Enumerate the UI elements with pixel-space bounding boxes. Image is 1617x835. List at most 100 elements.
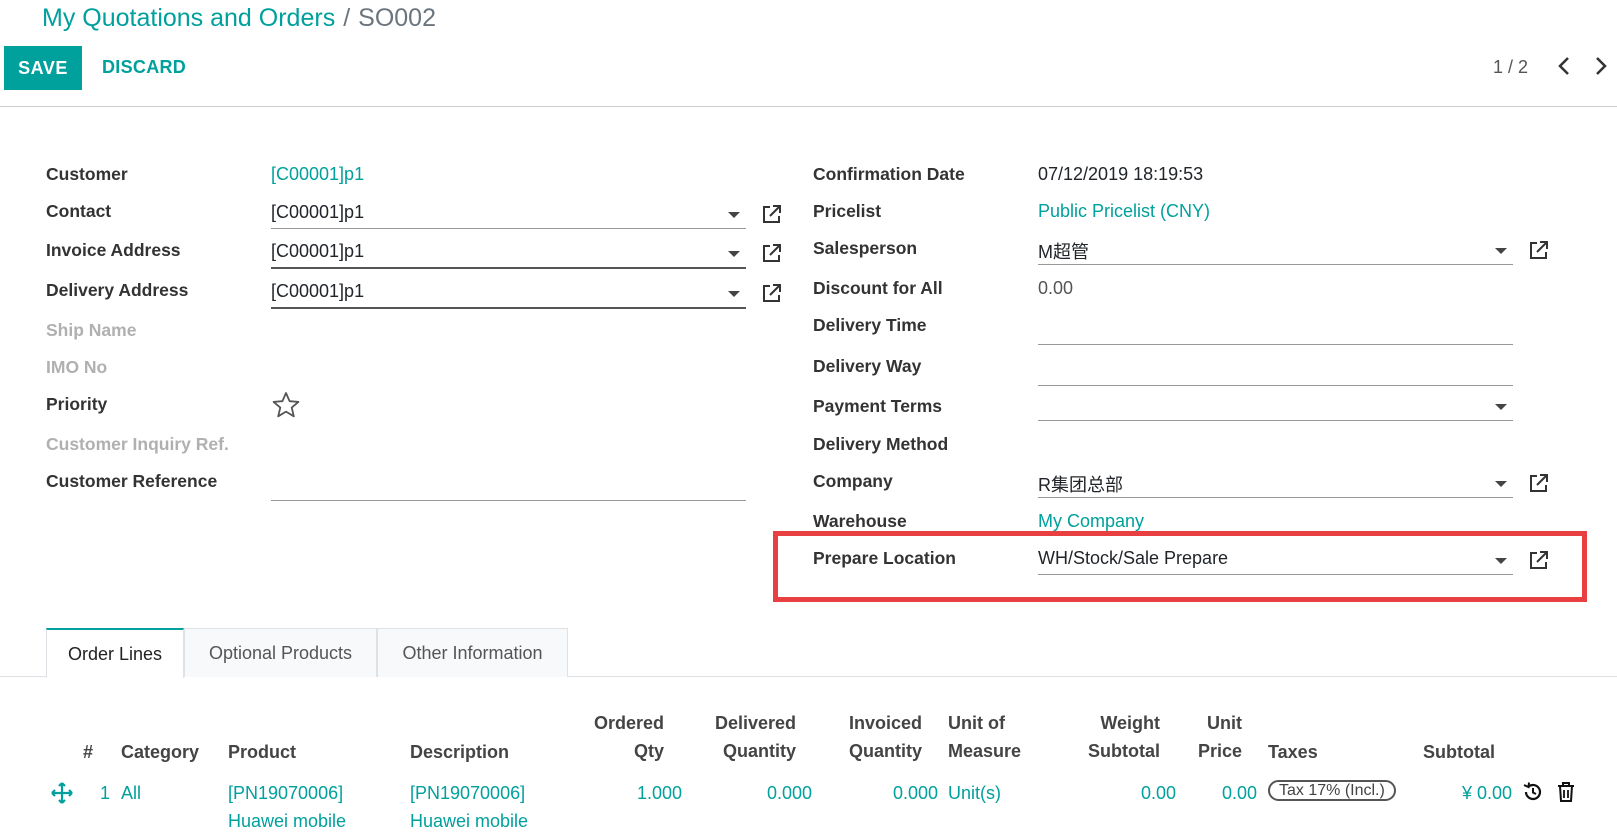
caret-down-icon[interactable] bbox=[728, 251, 740, 257]
row-uom[interactable]: Unit(s) bbox=[948, 779, 1001, 807]
warehouse-link[interactable]: My Company bbox=[1038, 511, 1144, 532]
col-header-description[interactable]: Description bbox=[410, 738, 509, 766]
chevron-left-icon[interactable] bbox=[1552, 52, 1576, 80]
col-header-weight-line2: Subtotal bbox=[1088, 741, 1160, 761]
customer-reference-input[interactable] bbox=[271, 472, 746, 501]
row-weight-subtotal[interactable]: 0.00 bbox=[1060, 779, 1176, 807]
col-header-weight-line1: Weight bbox=[1100, 713, 1160, 733]
discard-button[interactable]: DISCARD bbox=[102, 57, 186, 78]
caret-down-icon[interactable] bbox=[1495, 404, 1507, 410]
col-header-invoiced-qty[interactable]: Invoiced Quantity bbox=[820, 709, 922, 765]
confirmation-date-value: 07/12/2019 18:19:53 bbox=[1038, 164, 1204, 184]
delivery-address-value: [C00001]p1 bbox=[271, 281, 365, 301]
col-header-invoiced-line2: Quantity bbox=[848, 741, 922, 761]
delivery-address-label: Delivery Address bbox=[46, 280, 189, 300]
invoice-address-label: Invoice Address bbox=[46, 240, 181, 260]
star-icon[interactable] bbox=[271, 390, 301, 425]
row-num: 1 bbox=[100, 783, 111, 803]
caret-down-icon[interactable] bbox=[1495, 481, 1507, 487]
payment-terms-field[interactable] bbox=[1038, 392, 1513, 421]
row-product-code: [PN19070006] bbox=[228, 783, 344, 803]
row-ordered-qty[interactable]: 1.000 bbox=[560, 779, 682, 807]
caret-down-icon[interactable] bbox=[728, 212, 740, 218]
drag-handle-icon[interactable] bbox=[51, 782, 73, 809]
caret-down-icon[interactable] bbox=[1495, 248, 1507, 254]
save-button[interactable]: SAVE bbox=[4, 46, 82, 90]
payment-terms-label: Payment Terms bbox=[813, 396, 943, 416]
customer-inquiry-ref-label: Customer Inquiry Ref. bbox=[46, 434, 229, 454]
customer-label: Customer bbox=[46, 164, 128, 184]
row-product[interactable]: [PN19070006] Huawei mobile bbox=[228, 779, 346, 835]
col-header-price-line2: Price bbox=[1197, 741, 1242, 761]
customer-reference-label: Customer Reference bbox=[46, 471, 218, 491]
col-header-unit-price[interactable]: Unit Price bbox=[1180, 709, 1242, 765]
col-header-delivered-qty[interactable]: Delivered Quantity bbox=[690, 709, 796, 765]
external-link-icon[interactable] bbox=[1528, 239, 1550, 261]
col-header-uom[interactable]: Unit of Measure bbox=[948, 709, 1021, 765]
tab-optional-products[interactable]: Optional Products bbox=[184, 628, 377, 677]
pricelist-link[interactable]: Public Pricelist (CNY) bbox=[1038, 201, 1210, 222]
col-header-num[interactable]: # bbox=[83, 738, 93, 766]
col-header-uom-line1: Unit of bbox=[948, 713, 1005, 733]
tab-other-information[interactable]: Other Information bbox=[377, 628, 568, 677]
col-header-product[interactable]: Product bbox=[228, 738, 296, 766]
tab-order-lines[interactable]: Order Lines bbox=[46, 628, 184, 678]
row-product-name: Huawei mobile bbox=[228, 811, 347, 831]
delivery-way-input[interactable] bbox=[1038, 357, 1513, 386]
company-value: R集团总部 bbox=[1038, 475, 1123, 495]
caret-down-icon[interactable] bbox=[728, 291, 740, 297]
contact-label: Contact bbox=[46, 201, 112, 221]
chevron-right-icon[interactable] bbox=[1589, 52, 1613, 80]
customer-link[interactable]: [C00001]p1 bbox=[271, 164, 364, 185]
invoice-address-field[interactable]: [C00001]p1 bbox=[271, 239, 746, 269]
delivery-way-label: Delivery Way bbox=[813, 356, 922, 376]
col-header-ordered-qty[interactable]: Ordered Qty bbox=[560, 709, 664, 765]
breadcrumb-parent-link[interactable]: My Quotations and Orders bbox=[42, 4, 335, 32]
delivery-time-input[interactable] bbox=[1038, 316, 1513, 345]
delivery-address-field[interactable]: [C00001]p1 bbox=[271, 279, 746, 309]
row-invoiced-qty[interactable]: 0.000 bbox=[820, 779, 938, 807]
col-header-taxes[interactable]: Taxes bbox=[1268, 738, 1318, 766]
warehouse-label: Warehouse bbox=[813, 511, 907, 531]
col-header-weight-subtotal[interactable]: Weight Subtotal bbox=[1060, 709, 1160, 765]
breadcrumb: My Quotations and Orders / SO002 bbox=[42, 4, 436, 33]
contact-value: [C00001]p1 bbox=[271, 202, 365, 222]
pager-counter[interactable]: 1 / 2 bbox=[1493, 57, 1528, 78]
prepare-location-highlight-box bbox=[773, 531, 1587, 602]
toolbar-divider bbox=[0, 106, 1617, 107]
delivery-method-label: Delivery Method bbox=[813, 434, 949, 454]
row-unit-price[interactable]: 0.00 bbox=[1180, 779, 1257, 807]
row-description[interactable]: [PN19070006] Huawei mobile bbox=[410, 779, 528, 835]
history-icon[interactable] bbox=[1522, 781, 1544, 808]
breadcrumb-current: SO002 bbox=[358, 4, 436, 32]
col-header-category[interactable]: Category bbox=[121, 738, 199, 766]
discount-for-all-value: 0.00 bbox=[1038, 278, 1074, 298]
row-delivered-qty[interactable]: 0.000 bbox=[690, 779, 812, 807]
salesperson-field[interactable]: M超管 bbox=[1038, 236, 1513, 265]
external-link-icon[interactable] bbox=[1528, 472, 1550, 494]
external-link-icon[interactable] bbox=[761, 242, 783, 264]
row-description-name: Huawei mobile bbox=[410, 811, 529, 831]
confirmation-date-label: Confirmation Date bbox=[813, 164, 965, 184]
company-field[interactable]: R集团总部 bbox=[1038, 469, 1513, 498]
contact-field[interactable]: [C00001]p1 bbox=[271, 200, 746, 229]
external-link-icon[interactable] bbox=[761, 282, 783, 304]
col-header-subtotal[interactable]: Subtotal bbox=[1423, 738, 1495, 766]
row-tax-badge[interactable]: Tax 17% (Incl.) bbox=[1268, 780, 1396, 801]
col-header-price-line1: Unit bbox=[1207, 713, 1242, 733]
discount-for-all-label: Discount for All bbox=[813, 278, 943, 298]
col-header-delivered-line2: Quantity bbox=[722, 741, 796, 761]
pricelist-label: Pricelist bbox=[813, 201, 882, 221]
priority-label: Priority bbox=[46, 394, 108, 414]
row-tax-label: Tax 17% (Incl.) bbox=[1268, 780, 1396, 801]
col-header-ordered-qty-line1: Ordered bbox=[593, 713, 664, 733]
external-link-icon[interactable] bbox=[761, 203, 783, 225]
trash-icon[interactable] bbox=[1556, 781, 1576, 808]
breadcrumb-separator: / bbox=[343, 4, 351, 32]
row-category[interactable]: All bbox=[121, 779, 141, 807]
col-header-delivered-line1: Delivered bbox=[714, 713, 796, 733]
invoice-address-value: [C00001]p1 bbox=[271, 241, 365, 261]
imo-no-label: IMO No bbox=[46, 357, 108, 377]
row-subtotal: ¥ 0.00 bbox=[1461, 783, 1512, 803]
col-header-invoiced-line1: Invoiced bbox=[848, 713, 922, 733]
